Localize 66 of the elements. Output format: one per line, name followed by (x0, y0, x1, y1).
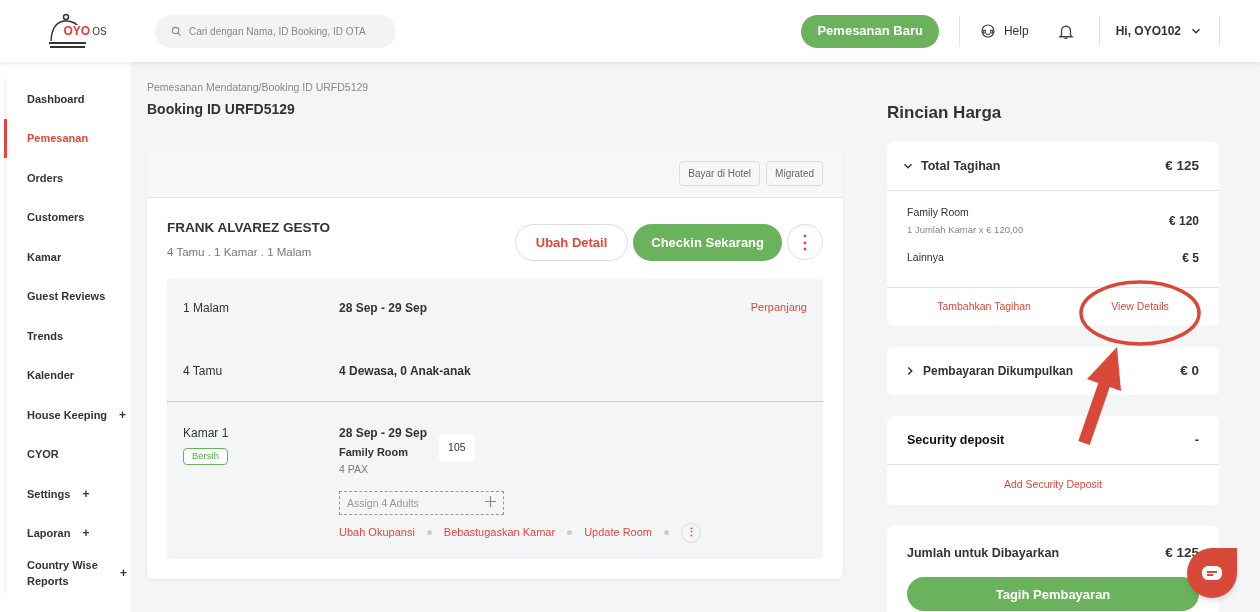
amount-due-label: Jumlah untuk Dibayarkan (907, 544, 1060, 562)
help-button[interactable]: Help (959, 22, 1049, 40)
price-title: Rincian Harga (887, 102, 1003, 124)
room-pax: 4 PAX (339, 461, 369, 477)
collected-amount: € 0 (1180, 361, 1199, 380)
extend-link[interactable]: Perpanjang (750, 299, 807, 316)
sidebar-item[interactable]: Laporan + (4, 513, 131, 553)
guests-label: 4 Tamu (183, 362, 224, 380)
room-label: Kamar 1 (183, 425, 230, 443)
plus-icon (485, 495, 496, 507)
sidebar-item[interactable]: Trends (4, 316, 131, 356)
expand-toggle[interactable]: + (82, 484, 90, 503)
sidebar-item[interactable]: Kalender (4, 355, 131, 395)
guests-value: 4 Dewasa, 0 Anak-anak (339, 362, 471, 380)
booking-summary: 4 Tamu . 1 Kamar . 1 Malam (167, 245, 313, 260)
sidebar-item[interactable]: Customers (4, 197, 131, 237)
sidebar-item[interactable]: Dashboard (4, 79, 131, 119)
room-action-link[interactable]: Update Room (584, 524, 652, 541)
sidebar-item[interactable]: Kamar (4, 237, 131, 277)
room-action-link[interactable]: Bebastugaskan Kamar (443, 524, 556, 541)
deposit-amount: - (1194, 431, 1199, 450)
line-item-name: Family Room (907, 205, 970, 220)
guest-name: FRANK ALVAREZ GESTO (167, 218, 330, 237)
room-number[interactable]: 105 (439, 434, 475, 462)
assign-guests-field[interactable]: Assign 4 Adults (339, 490, 504, 515)
user-menu[interactable]: Hi, OYO102 (1099, 22, 1219, 40)
sidebar-item[interactable]: CYOR (4, 434, 131, 474)
sidebar-item[interactable]: Guest Reviews (4, 276, 131, 316)
expand-toggle[interactable]: + (82, 524, 90, 543)
bill-link[interactable]: Tambahkan Tagihan (937, 299, 1031, 315)
logo[interactable]: OYO OS (47, 13, 108, 49)
support-face-icon (979, 23, 996, 39)
line-item-amount: € 120 (1168, 213, 1199, 230)
room-dates: 28 Sep - 29 Sep (339, 425, 428, 443)
room-action-link[interactable]: Ubah Okupansi (339, 524, 415, 541)
tag: Bayar di Hotel (679, 160, 761, 186)
search-icon (171, 25, 182, 37)
collected-payments-toggle[interactable]: Pembayaran Dikumpulkan (903, 362, 1074, 380)
sidebar-item[interactable]: Orders (4, 158, 131, 198)
status-badge: Bersih (183, 448, 228, 465)
sidebar-item[interactable]: Pemesanan (4, 118, 131, 158)
logo-brand: OYO (62, 25, 92, 37)
bill-link[interactable]: View Details (1111, 299, 1169, 315)
line-item-detail: 1 Jumlah Kamar x € 120,00 (907, 222, 1024, 237)
deposit-label: Security deposit (907, 431, 1005, 449)
page-title: Booking ID URFD5129 (147, 99, 296, 119)
expand-toggle[interactable]: + (120, 563, 127, 582)
breadcrumb: Pemesanan Mendatang/Booking ID URFD5129 (147, 80, 370, 95)
nights-label: 1 Malam (183, 300, 230, 318)
edit-details-button[interactable]: Ubah Detail (514, 223, 629, 261)
tag: Migrated (766, 160, 823, 186)
total-amount: € 125 (1165, 156, 1199, 175)
room-type: Family Room (339, 445, 410, 461)
sidebar-item[interactable]: Settings + (4, 474, 131, 514)
line-item-amount: € 5 (1182, 250, 1199, 267)
line-item-name: Lainnya (907, 250, 944, 266)
chat-icon (1201, 565, 1223, 581)
logo-suffix: OS (92, 27, 107, 37)
cloche-icon (47, 13, 88, 49)
stay-dates: 28 Sep - 29 Sep (339, 300, 429, 318)
sidebar-item[interactable]: House Keeping + (4, 395, 131, 435)
sidebar-item[interactable]: Country Wise Reports + (4, 553, 131, 593)
add-deposit-link[interactable]: Add Security Deposit (1003, 477, 1103, 493)
expand-toggle[interactable]: + (119, 405, 127, 424)
total-bill-toggle[interactable]: Total Tagihan (901, 156, 1001, 176)
search-field[interactable]: Cari dengan Nama, ID Booking, ID OTA (155, 14, 396, 48)
